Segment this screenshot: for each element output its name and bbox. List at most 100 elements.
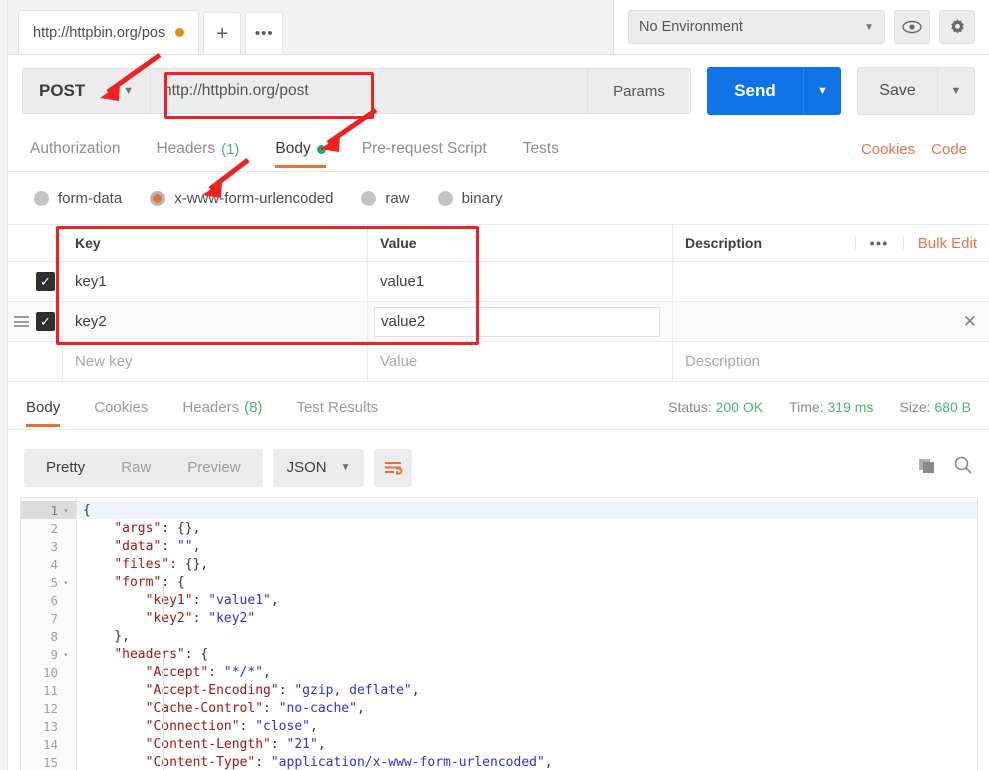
- response-tab-cookies[interactable]: Cookies: [94, 385, 148, 429]
- line-number: 15▾: [21, 753, 76, 770]
- fold-toggle-icon[interactable]: ▾: [62, 578, 70, 587]
- more-tabs-button[interactable]: •••: [245, 12, 283, 54]
- fold-toggle-icon[interactable]: ▾: [62, 650, 70, 659]
- tab-authorization[interactable]: Authorization: [30, 127, 120, 171]
- time-badge: Time: 319 ms: [789, 399, 873, 415]
- code-token: ,: [263, 665, 271, 680]
- code-line: "Accept": "*/*",: [77, 663, 977, 681]
- drag-handle-icon[interactable]: [14, 316, 29, 327]
- send-button[interactable]: Send: [707, 67, 803, 115]
- table-new-row[interactable]: New key Value Description: [8, 342, 989, 382]
- fold-toggle-icon[interactable]: ▾: [62, 506, 70, 515]
- code-line: {: [77, 501, 977, 519]
- response-view-switch: Pretty Raw Preview: [24, 449, 263, 487]
- tab-label: Pre-request Script: [362, 140, 487, 158]
- status-badge: Status: 200 OK: [668, 399, 763, 415]
- header-actions: ••• Bulk Edit: [855, 235, 977, 252]
- tab-pre-request-script[interactable]: Pre-request Script: [362, 127, 487, 171]
- time-value: 319 ms: [827, 399, 873, 415]
- line-number: 7▾: [21, 609, 76, 627]
- code-token: ,: [318, 737, 326, 752]
- view-preview[interactable]: Preview: [169, 459, 258, 476]
- new-key-input[interactable]: New key: [63, 342, 368, 381]
- response-tab-test-results[interactable]: Test Results: [296, 385, 378, 429]
- code-line: },: [77, 627, 977, 645]
- environment-quick-look-button[interactable]: [894, 10, 930, 44]
- bulk-edit-button[interactable]: Bulk Edit: [904, 235, 977, 252]
- line-number: 13▾: [21, 717, 76, 735]
- new-description-input[interactable]: Description: [673, 342, 989, 381]
- tab-body[interactable]: Body: [275, 127, 325, 171]
- view-pretty[interactable]: Pretty: [28, 459, 103, 476]
- code-token: "key1": [146, 593, 193, 608]
- code-token: ,: [412, 683, 420, 698]
- code-line: "args": {},: [77, 519, 977, 537]
- response-body-viewer[interactable]: 1▾2▾3▾4▾5▾6▾7▾8▾9▾10▾11▾12▾13▾14▾15▾ { "…: [20, 497, 978, 770]
- request-tab-label: http://httpbin.org/pos: [33, 25, 165, 41]
- status-value: 200 OK: [716, 399, 763, 415]
- line-number: 3▾: [21, 537, 76, 555]
- http-method-label: POST: [39, 81, 85, 101]
- search-button[interactable]: [953, 455, 973, 480]
- copy-icon: [917, 455, 937, 475]
- code-token: : {: [161, 575, 184, 590]
- response-tab-headers[interactable]: Headers (8): [182, 385, 262, 429]
- radio-form-data[interactable]: form-data: [34, 190, 122, 207]
- code-line: "key2": "key2": [77, 609, 977, 627]
- code-token: [83, 647, 114, 662]
- radio-x-www-form-urlencoded[interactable]: x-www-form-urlencoded: [150, 190, 333, 207]
- new-value-input[interactable]: Value: [368, 342, 673, 381]
- save-button[interactable]: Save: [857, 67, 937, 115]
- copy-button[interactable]: [917, 455, 937, 480]
- save-options-button[interactable]: ▼: [937, 67, 975, 115]
- row-description-cell[interactable]: ✕: [673, 302, 989, 341]
- row-checkbox[interactable]: ✓: [36, 272, 55, 291]
- new-tab-button[interactable]: +: [203, 12, 241, 54]
- table-options-button[interactable]: •••: [855, 236, 904, 250]
- code-link[interactable]: Code: [931, 141, 967, 158]
- response-format-select[interactable]: JSON ▼: [273, 449, 365, 487]
- line-number: 10▾: [21, 663, 76, 681]
- send-button-group: Send ▼: [707, 67, 841, 115]
- tab-label: Cookies: [94, 399, 148, 416]
- tab-tests[interactable]: Tests: [523, 127, 559, 171]
- http-method-select[interactable]: POST ▼: [22, 68, 150, 114]
- code-token: "Content-Length": [146, 737, 271, 752]
- word-wrap-icon: [383, 460, 403, 476]
- code-token: "form": [114, 575, 161, 590]
- request-tab[interactable]: http://httpbin.org/pos: [18, 10, 199, 54]
- header-checkbox-cell: [8, 225, 63, 261]
- row-checkbox[interactable]: ✓: [36, 312, 55, 331]
- request-section-tabs: Authorization Headers (1) Body Pre-reque…: [8, 127, 989, 172]
- code-token: :: [208, 665, 224, 680]
- word-wrap-button[interactable]: [374, 449, 412, 487]
- chevron-down-icon: ▼: [341, 462, 351, 473]
- code-token: "key2": [146, 611, 193, 626]
- environment-select[interactable]: No Environment ▼: [628, 10, 885, 44]
- row-description[interactable]: [673, 262, 989, 301]
- code-token: :: [193, 593, 209, 608]
- radio-binary[interactable]: binary: [438, 190, 503, 207]
- code-token: "key2": [208, 611, 255, 626]
- json-code-area[interactable]: { "args": {}, "data": "", "files": {}, "…: [77, 498, 977, 770]
- send-options-button[interactable]: ▼: [803, 67, 841, 115]
- code-token: [83, 683, 146, 698]
- delete-row-button[interactable]: ✕: [963, 312, 977, 332]
- row-checkbox-cell: ✓: [8, 302, 63, 341]
- code-token: "Accept-Encoding": [146, 683, 279, 698]
- params-button[interactable]: Params: [587, 68, 691, 114]
- code-token: :: [240, 719, 256, 734]
- cookies-link[interactable]: Cookies: [861, 141, 915, 158]
- request-tab-strip: http://httpbin.org/pos + •••: [8, 0, 613, 55]
- response-tab-body[interactable]: Body: [26, 385, 60, 429]
- settings-button[interactable]: [939, 10, 975, 44]
- status-label: Status:: [668, 399, 712, 415]
- indent-guide: [163, 654, 164, 770]
- tab-label: Authorization: [30, 140, 120, 158]
- tab-headers[interactable]: Headers (1): [156, 127, 239, 171]
- code-token: "": [177, 539, 193, 554]
- view-raw[interactable]: Raw: [103, 459, 169, 476]
- radio-raw[interactable]: raw: [361, 190, 409, 207]
- chevron-down-icon: ▼: [864, 22, 874, 33]
- code-token: ,: [271, 593, 279, 608]
